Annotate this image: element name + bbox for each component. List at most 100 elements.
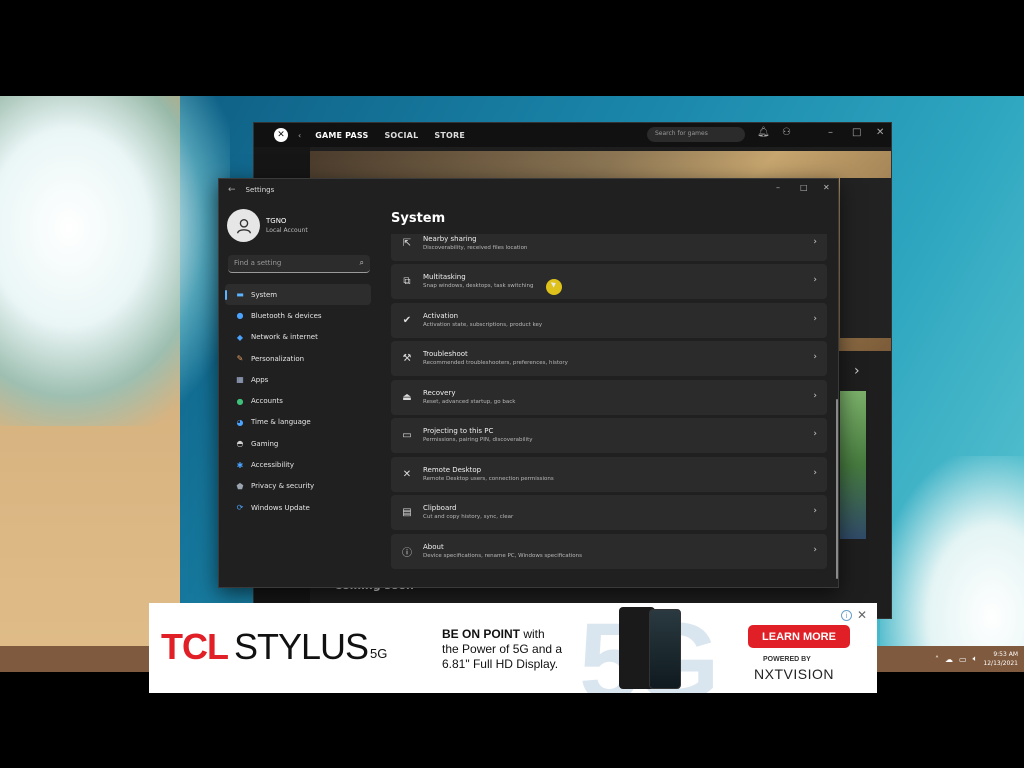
- close-icon[interactable]: ✕: [876, 127, 884, 138]
- row-about[interactable]: ⓘ About Device specifications, rename PC,…: [391, 533, 827, 569]
- maximize-icon[interactable]: □: [852, 127, 861, 138]
- row-multitasking[interactable]: ⧉ Multitasking Snap windows, desktops, ta…: [391, 264, 827, 299]
- ad-headline-rest: with: [520, 627, 545, 641]
- settings-nav: ▬ System ● Bluetooth & devices ◆ Network…: [225, 284, 371, 518]
- row-troubleshoot[interactable]: ⚒ Troubleshoot Recommended troubleshooter…: [391, 341, 827, 376]
- nav-item-bluetooth[interactable]: ● Bluetooth & devices: [225, 305, 371, 326]
- row-subtitle: Snap windows, desktops, task switching: [423, 283, 534, 289]
- game-card[interactable]: [840, 391, 866, 539]
- person-icon: ●: [236, 396, 244, 406]
- minimize-icon[interactable]: –: [776, 183, 780, 192]
- row-title: Projecting to this PC: [423, 427, 494, 435]
- ad-line-3: 6.81" Full HD Display.: [442, 657, 559, 671]
- tab-social[interactable]: SOCIAL: [384, 131, 418, 140]
- nav-label: Bluetooth & devices: [251, 311, 322, 320]
- nav-item-network[interactable]: ◆ Network & internet: [225, 327, 371, 348]
- settings-content: System ⇱ Nearby sharing Discoverability, …: [379, 201, 838, 587]
- nav-item-personalization[interactable]: ✎ Personalization: [225, 348, 371, 369]
- close-icon[interactable]: ✕: [823, 183, 830, 192]
- clock-time: 9:53 AM: [993, 651, 1018, 658]
- settings-rows: ⇱ Nearby sharing Discoverability, receive…: [391, 234, 827, 587]
- user-name: TGNO: [266, 216, 287, 225]
- ad-headline: BE ON POINT: [442, 627, 521, 641]
- xbox-search-input[interactable]: Search for games: [647, 127, 745, 142]
- nav-item-privacy[interactable]: ⬟ Privacy & security: [225, 476, 371, 497]
- recovery-icon: ⏏: [402, 391, 412, 403]
- update-icon: ⟳: [236, 503, 244, 513]
- settings-titlebar: ← Settings – □ ✕: [219, 179, 838, 201]
- bluetooth-icon: ●: [236, 311, 244, 321]
- row-nearby-sharing[interactable]: ⇱ Nearby sharing Discoverability, receive…: [391, 234, 827, 261]
- ad-product-suffix: 5G: [370, 646, 388, 661]
- search-icon[interactable]: ⌕: [360, 258, 364, 268]
- nav-item-apps[interactable]: ▦ Apps: [225, 369, 371, 390]
- row-subtitle: Permissions, pairing PIN, discoverabilit…: [423, 437, 533, 443]
- powered-by-label: POWERED BY: [763, 656, 811, 663]
- clock[interactable]: 9:53 AM 12/13/2021: [983, 650, 1018, 668]
- nav-item-accounts[interactable]: ● Accounts: [225, 390, 371, 411]
- settings-window: ← Settings – □ ✕ TGNO Local Account Find…: [218, 178, 839, 588]
- check-circle-icon: ✔: [402, 314, 412, 326]
- ad-product: STYLUS: [233, 626, 369, 667]
- chevron-right-icon: ›: [813, 390, 817, 401]
- multitask-icon: ⧉: [403, 276, 411, 287]
- nav-item-gaming[interactable]: ◓ Gaming: [225, 433, 371, 454]
- hero-side-art: [840, 178, 891, 338]
- clipboard-icon: ▤: [402, 507, 412, 518]
- nav-label: Accessibility: [251, 461, 295, 470]
- volume-icon[interactable]: 🔈︎: [973, 654, 978, 664]
- row-projecting[interactable]: ▭ Projecting to this PC Permissions, pair…: [391, 418, 827, 453]
- cloud-icon[interactable]: ☁: [945, 655, 953, 664]
- phone-image: [649, 609, 681, 689]
- xbox-topbar: ✕ ‹ GAME PASS SOCIAL STORE Search for ga…: [254, 123, 891, 147]
- ad-line-2: the Power of 5G and a: [442, 642, 563, 656]
- person-icon: [236, 218, 251, 233]
- row-subtitle: Recommended troubleshooters, preferences…: [423, 360, 568, 366]
- ad-banner[interactable]: 5G TCL STYLUS 5G BE ON POINT with the Po…: [149, 603, 877, 693]
- nav-label: Gaming: [251, 439, 279, 448]
- row-clipboard[interactable]: ▤ Clipboard Cut and copy history, sync, c…: [391, 495, 827, 530]
- settings-sidebar: TGNO Local Account Find a setting ⌕ ▬ Sy…: [219, 201, 379, 587]
- profile-icon[interactable]: ⚇: [782, 127, 791, 138]
- row-title: Multitasking: [423, 273, 466, 281]
- info-icon: ⓘ: [402, 547, 412, 559]
- nav-label: Network & internet: [251, 333, 318, 342]
- scrollbar[interactable]: [836, 399, 838, 579]
- maximize-icon[interactable]: □: [800, 183, 808, 192]
- globe-clock-icon: ◕: [236, 417, 244, 427]
- ad-close-icon[interactable]: ✕: [857, 608, 867, 622]
- row-subtitle: Activation state, subscriptions, product…: [423, 321, 543, 328]
- search-input[interactable]: Find a setting ⌕: [228, 255, 370, 273]
- search-placeholder: Find a setting: [234, 259, 282, 267]
- learn-more-button[interactable]: LEARN MORE: [748, 625, 850, 648]
- row-recovery[interactable]: ⏏ Recovery Reset, advanced startup, go ba…: [391, 379, 827, 415]
- apps-icon: ▦: [236, 375, 244, 385]
- back-icon[interactable]: ‹: [298, 131, 301, 140]
- bell-icon[interactable]: 🔔︎: [757, 127, 770, 138]
- monitor-icon[interactable]: ▭: [959, 655, 967, 664]
- xbox-logo-icon[interactable]: ✕: [274, 128, 288, 142]
- nav-item-system[interactable]: ▬ System: [225, 284, 371, 306]
- minimize-icon[interactable]: –: [828, 127, 833, 138]
- chevron-right-icon[interactable]: ›: [854, 363, 860, 379]
- chevron-up-icon[interactable]: ˄: [935, 655, 939, 664]
- row-activation[interactable]: ✔ Activation Activation state, subscripti…: [391, 302, 827, 338]
- window-title: Settings: [245, 186, 275, 194]
- ad-info-icon[interactable]: i: [841, 610, 852, 621]
- mouse-cursor-icon: [546, 279, 562, 295]
- nav-label: System: [251, 290, 278, 299]
- tab-store[interactable]: STORE: [434, 131, 465, 140]
- user-profile[interactable]: TGNO Local Account: [227, 209, 308, 242]
- tab-game-pass[interactable]: GAME PASS: [315, 131, 368, 140]
- brush-icon: ✎: [236, 354, 244, 364]
- nav-item-time-language[interactable]: ◕ Time & language: [225, 412, 371, 433]
- back-arrow-icon[interactable]: ←: [228, 185, 236, 195]
- row-subtitle: Discoverability, received files location: [423, 245, 528, 251]
- nav-label: Apps: [251, 375, 269, 384]
- row-remote-desktop[interactable]: ✕ Remote Desktop Remote Desktop users, co…: [391, 456, 827, 492]
- nav-item-accessibility[interactable]: ✱ Accessibility: [225, 454, 371, 475]
- nav-item-windows-update[interactable]: ⟳ Windows Update: [225, 497, 371, 518]
- ad-brand: TCL STYLUS 5G: [161, 629, 387, 665]
- row-title: Recovery: [423, 388, 456, 397]
- clock-date: 12/13/2021: [983, 660, 1018, 667]
